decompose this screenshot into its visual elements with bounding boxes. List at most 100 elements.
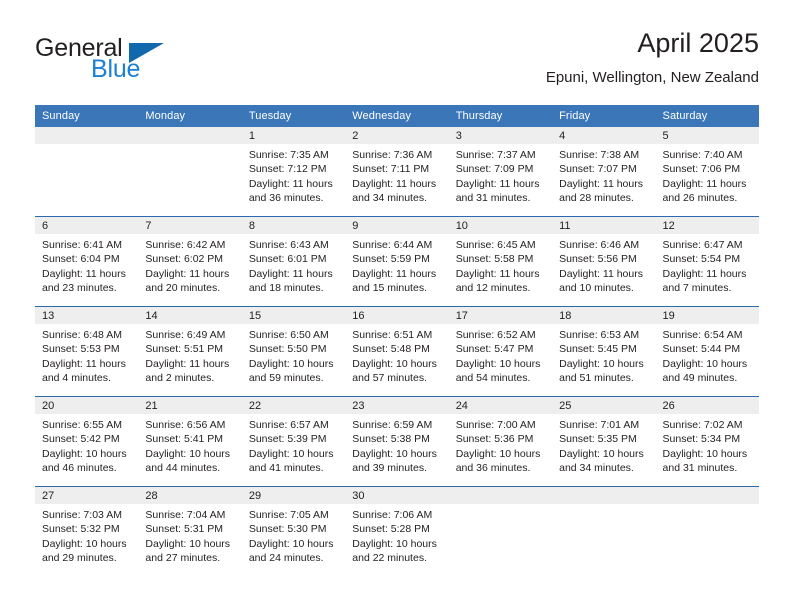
day-number: 29: [241, 487, 346, 504]
calendar-day-cell[interactable]: 15 Sunrise: 6:50 AM Sunset: 5:50 PM Dayligh…: [241, 306, 346, 397]
day-number: 11: [552, 217, 656, 234]
sunrise-text: Sunrise: 7:05 AM: [248, 509, 329, 521]
calendar-day-cell[interactable]: 23 Sunrise: 6:59 AM Sunset: 5:38 PM Dayligh…: [345, 396, 449, 487]
day-number: 19: [655, 307, 759, 324]
calendar-day-cell[interactable]: 22 Sunrise: 6:57 AM Sunset: 5:39 PM Dayligh…: [241, 396, 346, 487]
calendar-day-cell[interactable]: 10 Sunrise: 6:45 AM Sunset: 5:58 PM Dayligh…: [448, 216, 553, 307]
sunrise-text: Sunrise: 6:59 AM: [352, 419, 433, 431]
calendar-day-cell[interactable]: 17 Sunrise: 6:52 AM Sunset: 5:47 PM Dayligh…: [448, 306, 553, 397]
day-details: Sunrise: 6:51 AM Sunset: 5:48 PM Daylight:…: [345, 324, 448, 385]
sunset-text: Sunset: 5:41 PM: [145, 433, 224, 446]
sunset-text: Sunset: 5:48 PM: [352, 343, 430, 356]
daylight-text-line1: Daylight: 10 hours: [455, 447, 541, 460]
sunset-text: Sunset: 5:50 PM: [248, 343, 327, 356]
daylight-text-line1: Daylight: 11 hours: [42, 357, 126, 370]
calendar-day-cell[interactable]: 2 Sunrise: 7:36 AM Sunset: 7:11 PM Daylight…: [345, 127, 449, 217]
day-details: Sunrise: 6:43 AM Sunset: 6:01 PM Daylight:…: [242, 234, 345, 295]
calendar-day-cell[interactable]: 18 Sunrise: 6:53 AM Sunset: 5:45 PM Dayligh…: [552, 306, 656, 397]
day-details: Sunrise: 7:38 AM Sunset: 7:07 PM Daylight:…: [552, 144, 655, 205]
weekday-header-tuesday: Tuesday: [241, 105, 346, 127]
calendar-day-cell[interactable]: 27 Sunrise: 7:03 AM Sunset: 5:32 PM Dayligh…: [35, 486, 139, 576]
sunset-text: Sunset: 5:39 PM: [248, 433, 327, 446]
calendar-day-cell[interactable]: 9 Sunrise: 6:44 AM Sunset: 5:59 PM Daylight…: [345, 216, 449, 307]
day-number: 4: [552, 127, 656, 144]
calendar-day-cell[interactable]: 1 Sunrise: 7:35 AM Sunset: 7:12 PM Daylight…: [241, 127, 346, 217]
calendar-day-cell[interactable]: 7 Sunrise: 6:42 AM Sunset: 6:02 PM Daylight…: [138, 216, 242, 307]
daylight-text-line2: and 46 minutes.: [42, 461, 117, 474]
calendar-day-cell-empty: [448, 486, 553, 576]
calendar-day-cell[interactable]: 20 Sunrise: 6:55 AM Sunset: 5:42 PM Dayligh…: [35, 396, 139, 487]
calendar-day-cell[interactable]: 16 Sunrise: 6:51 AM Sunset: 5:48 PM Dayligh…: [345, 306, 449, 397]
day-number: 8: [241, 217, 346, 234]
calendar-day-cell[interactable]: 26 Sunrise: 7:02 AM Sunset: 5:34 PM Dayligh…: [655, 396, 759, 487]
calendar-day-cell[interactable]: 28 Sunrise: 7:04 AM Sunset: 5:31 PM Dayligh…: [138, 486, 242, 576]
day-number: [35, 127, 139, 144]
weekday-header-thursday: Thursday: [448, 105, 553, 127]
calendar-day-cell[interactable]: 12 Sunrise: 6:47 AM Sunset: 5:54 PM Dayligh…: [655, 216, 759, 307]
day-details: Sunrise: 6:52 AM Sunset: 5:47 PM Daylight:…: [449, 324, 552, 385]
calendar-day-cell-empty: [552, 486, 656, 576]
calendar-day-cell[interactable]: 21 Sunrise: 6:56 AM Sunset: 5:41 PM Dayligh…: [138, 396, 242, 487]
daylight-text-line2: and 20 minutes.: [145, 281, 221, 294]
calendar-day-cell[interactable]: 13 Sunrise: 6:48 AM Sunset: 5:53 PM Dayligh…: [35, 306, 139, 397]
sunrise-text: Sunrise: 7:02 AM: [662, 419, 743, 431]
day-number: 20: [35, 397, 139, 414]
brand-name-blue: Blue: [91, 55, 141, 83]
daylight-text-line1: Daylight: 11 hours: [248, 177, 333, 190]
sunrise-text: Sunrise: 6:52 AM: [455, 329, 536, 341]
sunset-text: Sunset: 5:56 PM: [559, 253, 637, 266]
day-number: 10: [448, 217, 553, 234]
day-number: 13: [35, 307, 139, 324]
day-details: Sunrise: 7:35 AM Sunset: 7:12 PM Daylight:…: [242, 144, 345, 205]
daylight-text-line1: Daylight: 10 hours: [559, 357, 644, 370]
sunset-text: Sunset: 5:58 PM: [455, 253, 534, 266]
calendar-day-cell[interactable]: 5 Sunrise: 7:40 AM Sunset: 7:06 PM Daylight…: [655, 127, 759, 217]
day-number: 26: [655, 397, 759, 414]
daylight-text-line2: and 41 minutes.: [248, 461, 324, 474]
daylight-text-line2: and 44 minutes.: [145, 461, 221, 474]
daylight-text-line1: Daylight: 11 hours: [352, 177, 437, 190]
calendar-table: Sunday Monday Tuesday Wednesday Thursday…: [35, 105, 759, 576]
weekday-header-monday: Monday: [138, 105, 242, 127]
daylight-text-line2: and 22 minutes.: [352, 551, 427, 564]
daylight-text-line1: Daylight: 10 hours: [352, 447, 437, 460]
sunrise-text: Sunrise: 7:35 AM: [248, 149, 329, 161]
calendar-day-cell[interactable]: 8 Sunrise: 6:43 AM Sunset: 6:01 PM Daylight…: [241, 216, 346, 307]
weekday-header-row: Sunday Monday Tuesday Wednesday Thursday…: [35, 105, 759, 127]
sunset-text: Sunset: 6:04 PM: [42, 253, 120, 266]
daylight-text-line1: Daylight: 11 hours: [145, 267, 230, 280]
weekday-header-wednesday: Wednesday: [345, 105, 449, 127]
brand-logo[interactable]: General Blue: [35, 34, 235, 90]
daylight-text-line2: and 34 minutes.: [559, 461, 634, 474]
daylight-text-line1: Daylight: 11 hours: [559, 267, 643, 280]
calendar-day-cell[interactable]: 24 Sunrise: 7:00 AM Sunset: 5:36 PM Dayligh…: [448, 396, 553, 487]
calendar-day-cell[interactable]: 19 Sunrise: 6:54 AM Sunset: 5:44 PM Dayligh…: [655, 306, 759, 397]
daylight-text-line1: Daylight: 11 hours: [455, 177, 540, 190]
calendar-day-cell[interactable]: 6 Sunrise: 6:41 AM Sunset: 6:04 PM Daylight…: [35, 216, 139, 307]
sunset-text: Sunset: 5:47 PM: [455, 343, 534, 356]
calendar-day-cell[interactable]: 14 Sunrise: 6:49 AM Sunset: 5:51 PM Dayligh…: [138, 306, 242, 397]
calendar-week-row: 13 Sunrise: 6:48 AM Sunset: 5:53 PM Dayligh…: [35, 306, 759, 397]
daylight-text-line1: Daylight: 10 hours: [145, 447, 231, 460]
calendar-day-cell[interactable]: 25 Sunrise: 7:01 AM Sunset: 5:35 PM Dayligh…: [552, 396, 656, 487]
day-details: Sunrise: 7:05 AM Sunset: 5:30 PM Daylight:…: [242, 504, 345, 565]
calendar-day-cell-empty: [35, 127, 139, 217]
daylight-text-line1: Daylight: 10 hours: [248, 537, 334, 550]
calendar-day-cell-empty: [655, 486, 759, 576]
day-details: Sunrise: 7:01 AM Sunset: 5:35 PM Daylight:…: [552, 414, 655, 475]
sunset-text: Sunset: 5:53 PM: [42, 343, 120, 356]
day-details: Sunrise: 7:04 AM Sunset: 5:31 PM Daylight:…: [138, 504, 241, 565]
sunset-text: Sunset: 5:36 PM: [455, 433, 534, 446]
day-details: Sunrise: 6:42 AM Sunset: 6:02 PM Daylight:…: [138, 234, 241, 295]
sunset-text: Sunset: 5:42 PM: [42, 433, 120, 446]
sunset-text: Sunset: 7:06 PM: [662, 163, 741, 176]
sunrise-text: Sunrise: 7:36 AM: [352, 149, 433, 161]
calendar-day-cell[interactable]: 30 Sunrise: 7:06 AM Sunset: 5:28 PM Dayligh…: [345, 486, 449, 576]
calendar-day-cell[interactable]: 11 Sunrise: 6:46 AM Sunset: 5:56 PM Dayligh…: [552, 216, 656, 307]
daylight-text-line1: Daylight: 11 hours: [455, 267, 540, 280]
sunrise-text: Sunrise: 6:45 AM: [455, 239, 536, 251]
calendar-day-cell[interactable]: 3 Sunrise: 7:37 AM Sunset: 7:09 PM Daylight…: [448, 127, 553, 217]
calendar-day-cell[interactable]: 29 Sunrise: 7:05 AM Sunset: 5:30 PM Dayligh…: [241, 486, 346, 576]
calendar-day-cell[interactable]: 4 Sunrise: 7:38 AM Sunset: 7:07 PM Daylight…: [552, 127, 656, 217]
day-details: Sunrise: 6:54 AM Sunset: 5:44 PM Daylight:…: [656, 324, 759, 385]
